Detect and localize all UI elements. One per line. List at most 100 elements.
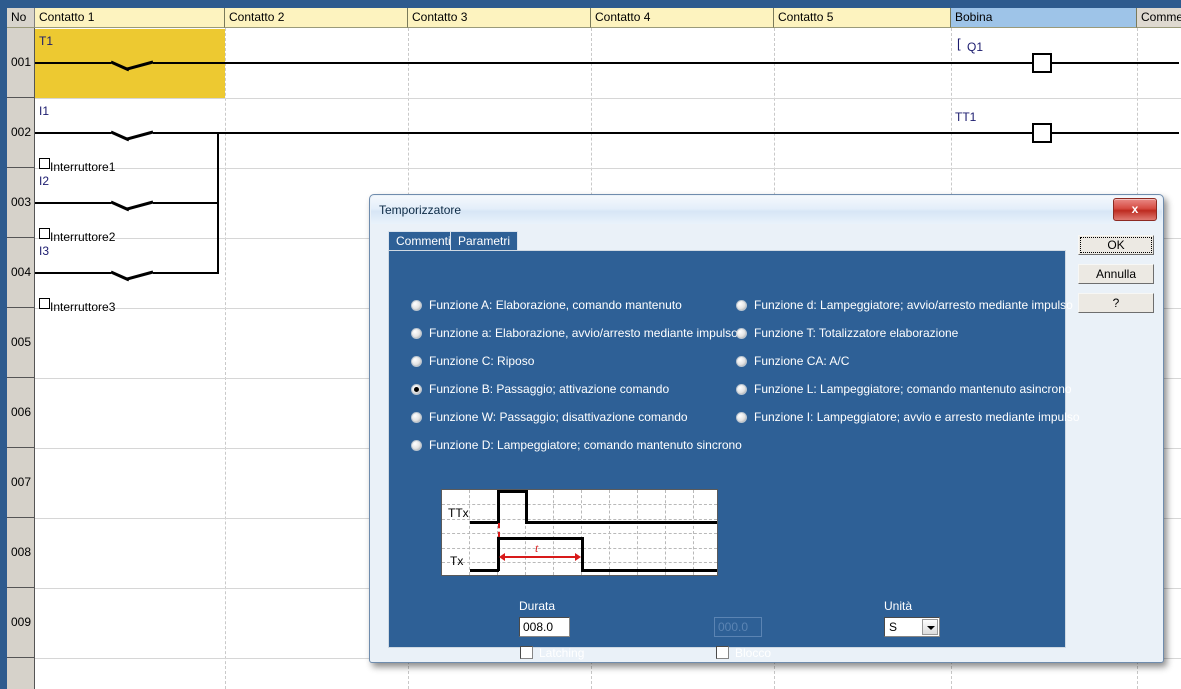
radio-icon-funzione-c[interactable]: [411, 356, 422, 367]
radio-label-funzione-i: Funzione I: Lampeggiatore; avvio e arres…: [754, 410, 1080, 424]
annulla-button[interactable]: Annulla: [1078, 264, 1154, 284]
duration-arrow-line: [504, 556, 576, 558]
row-number-label: 002: [10, 124, 32, 139]
tab-parametri[interactable]: Parametri: [450, 231, 519, 251]
contact-symbol-i3-icon[interactable]: [111, 266, 155, 286]
row-number-006[interactable]: 006: [7, 378, 35, 448]
row-number-010[interactable]: [7, 658, 35, 689]
latching-checkbox[interactable]: [520, 646, 533, 659]
row-number-005[interactable]: 005: [7, 308, 35, 378]
contact-comment-checkbox-3[interactable]: [39, 298, 50, 309]
radio-label-funzione-d-sync: Funzione D: Lampeggiatore; comando mante…: [429, 438, 742, 452]
coil-label-q1: Q1: [967, 40, 984, 54]
unita-label: Unità: [884, 599, 913, 613]
rung-wire-002-left: [35, 132, 111, 134]
radio-label-funzione-a-lower: Funzione a: Elaborazione, avvio/arresto …: [429, 326, 738, 340]
ttx-level-low-2: [525, 521, 717, 524]
column-header-contatto-1[interactable]: Contatto 1: [35, 8, 225, 28]
radio-icon-funzione-w[interactable]: [411, 412, 422, 423]
dialog-title: Temporizzatore: [379, 203, 462, 217]
column-header-contatto-5[interactable]: Contatto 5: [774, 8, 951, 28]
radio-icon-funzione-a-lower[interactable]: [411, 328, 422, 339]
radio-icon-funzione-ca[interactable]: [736, 356, 747, 367]
radio-icon-funzione-d[interactable]: [736, 300, 747, 311]
row-number-002[interactable]: 002: [7, 98, 35, 168]
duration-marker-label: t: [535, 541, 539, 555]
radio-label-funzione-ca: Funzione CA: A/C: [754, 354, 850, 368]
durata-input[interactable]: 008.0: [519, 617, 570, 637]
contact-symbol-t1-icon[interactable]: [111, 56, 155, 76]
ttx-falling-edge: [525, 490, 528, 523]
row-number-001[interactable]: 001: [7, 28, 35, 98]
chart-gridline-h: [442, 548, 717, 549]
column-header-commenti[interactable]: Commenti: [1137, 8, 1181, 28]
column-divider-1: [225, 28, 226, 689]
coil-symbol-q1[interactable]: [1032, 53, 1052, 73]
duration-arrow-head-right-icon: [575, 553, 581, 561]
radio-label-funzione-t: Funzione T: Totalizzatore elaborazione: [754, 326, 959, 340]
row-number-007[interactable]: 007: [7, 448, 35, 518]
close-icon[interactable]: x: [1113, 198, 1157, 221]
rung-wire-003-left: [35, 202, 111, 204]
tab-commenti[interactable]: Commenti: [388, 231, 459, 251]
tx-level-low-1: [470, 569, 499, 572]
latching-label: Latching: [539, 646, 585, 660]
radio-icon-funzione-l[interactable]: [736, 384, 747, 395]
chart-gridline-h: [442, 533, 717, 534]
coil-bracket-icon: [: [957, 36, 961, 51]
contact-comment-interruttore2: Interruttore2: [50, 230, 116, 244]
window-top-chrome: [0, 0, 1181, 8]
contact-label-t1: T1: [39, 34, 54, 48]
radio-icon-funzione-d-sync[interactable]: [411, 440, 422, 451]
radio-icon-funzione-t[interactable]: [736, 328, 747, 339]
blocco-checkbox[interactable]: [716, 646, 729, 659]
contact-symbol-i1-icon[interactable]: [111, 126, 155, 146]
row-divider-1: [35, 98, 1181, 99]
chevron-down-icon[interactable]: [922, 619, 938, 635]
row-number-label: 003: [10, 194, 32, 209]
grid-header-row: No Contatto 1 Contatto 2 Contatto 3 Cont…: [7, 8, 1181, 28]
ttx-level-low-1: [470, 521, 499, 524]
duration-arrow-head-left-icon: [499, 553, 505, 561]
contact-comment-checkbox-2[interactable]: [39, 228, 50, 239]
contact-symbol-i2-icon[interactable]: [111, 196, 155, 216]
radio-label-funzione-b: Funzione B: Passaggio; attivazione coman…: [429, 382, 670, 396]
radio-icon-funzione-i[interactable]: [736, 412, 747, 423]
radio-label-funzione-w: Funzione W: Passaggio; disattivazione co…: [429, 410, 688, 424]
ttx-axis-label: TTx: [448, 506, 469, 520]
contact-label-i3: I3: [39, 244, 50, 258]
chart-gridline-h: [442, 562, 717, 563]
radio-icon-funzione-b[interactable]: [411, 384, 422, 395]
parallel-branch-connector: [217, 132, 219, 274]
radio-icon-funzione-a[interactable]: [411, 300, 422, 311]
row-number-label: 004: [10, 264, 32, 279]
contact-comment-interruttore1: Interruttore1: [50, 160, 116, 174]
row-number-009[interactable]: 009: [7, 588, 35, 658]
dialog-body: Commenti Parametri Funzione A: Elaborazi…: [376, 227, 1157, 660]
ttx-rising-edge: [497, 490, 500, 523]
dialog-title-bar[interactable]: Temporizzatore x: [371, 196, 1162, 224]
row-number-label: 005: [10, 334, 32, 349]
row-number-label: 006: [10, 404, 32, 419]
column-header-contatto-2[interactable]: Contatto 2: [225, 8, 408, 28]
chart-gridline-h: [442, 519, 717, 520]
tx-level-low-2: [581, 569, 717, 572]
temporizzatore-dialog: Temporizzatore x Commenti Parametri Funz…: [369, 194, 1164, 663]
help-button[interactable]: ?: [1078, 293, 1154, 313]
row-number-label: 009: [10, 614, 32, 629]
column-header-contatto-4[interactable]: Contatto 4: [591, 8, 774, 28]
coil-symbol-tt1[interactable]: [1032, 123, 1052, 143]
row-number-004[interactable]: 004: [7, 238, 35, 308]
column-header-no[interactable]: No: [7, 8, 35, 28]
row-number-003[interactable]: 003: [7, 168, 35, 238]
rung-wire-004-left: [35, 272, 111, 274]
tx-level-high: [497, 537, 584, 540]
parametri-panel: Funzione A: Elaborazione, comando manten…: [388, 250, 1080, 660]
coil-label-tt1: TT1: [955, 110, 977, 124]
contact-comment-checkbox-1[interactable]: [39, 158, 50, 169]
unita-select[interactable]: S: [884, 617, 940, 637]
column-header-bobina[interactable]: Bobina: [951, 8, 1137, 28]
column-header-contatto-3[interactable]: Contatto 3: [408, 8, 591, 28]
row-number-008[interactable]: 008: [7, 518, 35, 588]
ok-button[interactable]: OK: [1078, 235, 1154, 255]
